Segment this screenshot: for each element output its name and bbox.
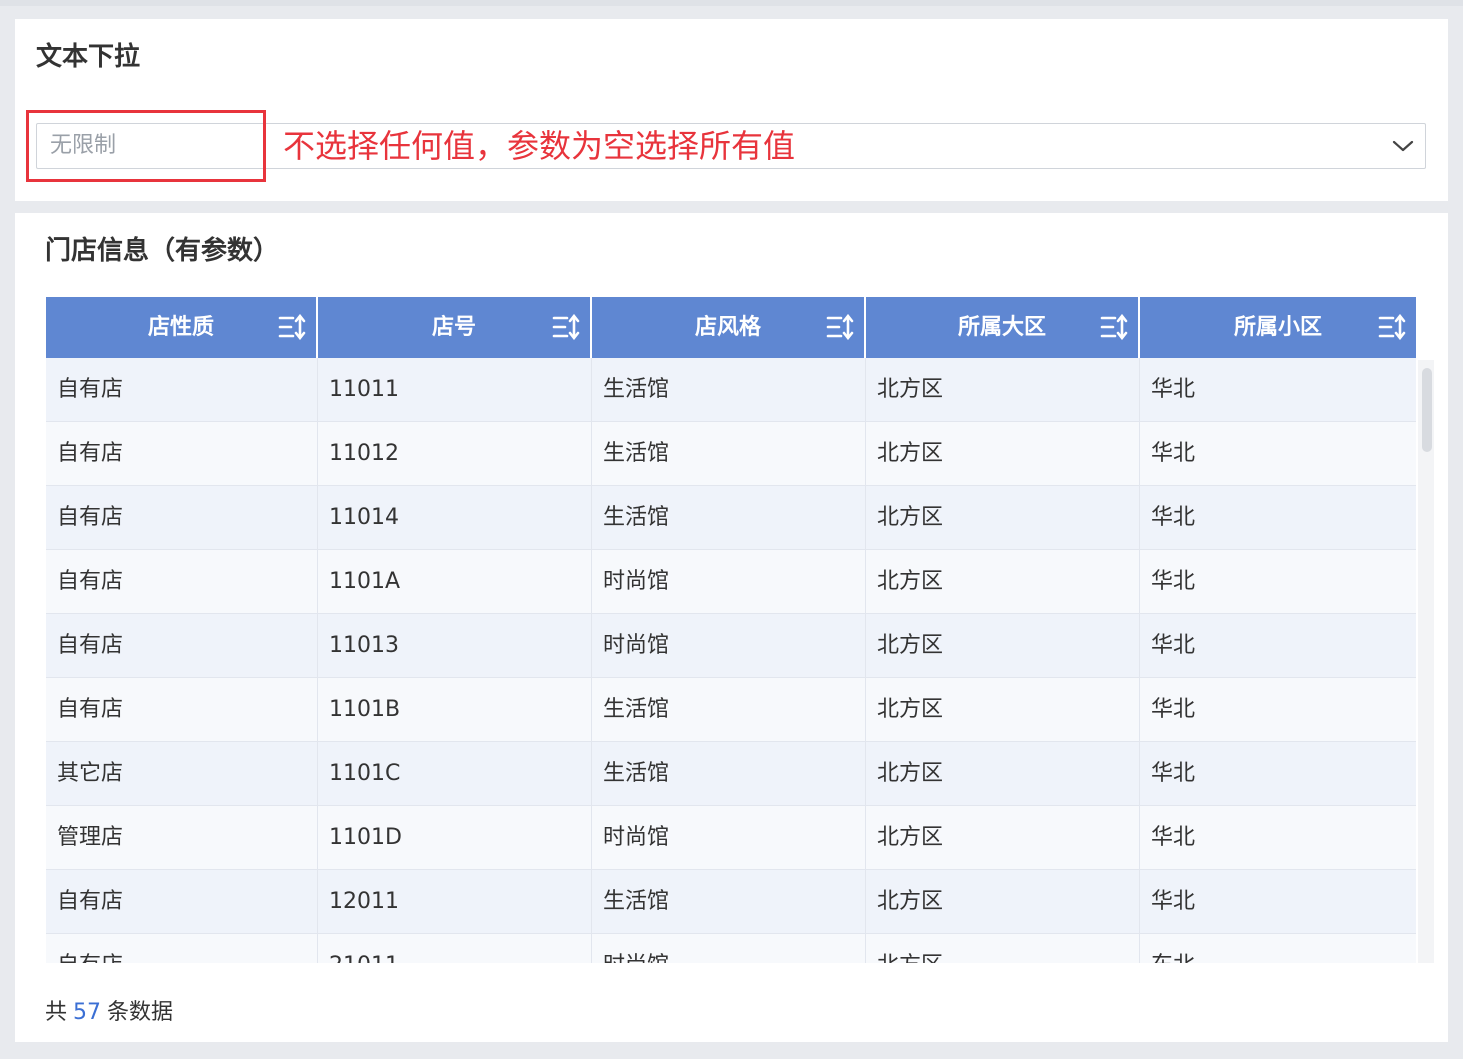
- table-cell: 东北: [1140, 934, 1416, 963]
- table-cell: 时尚馆: [592, 934, 866, 963]
- table-row[interactable]: 自有店 12011 生活馆 北方区 华北: [46, 870, 1416, 934]
- table-cell: 11012: [318, 422, 592, 485]
- table-cell: 华北: [1151, 825, 1196, 850]
- column-header-subregion[interactable]: 所属小区: [1140, 297, 1416, 358]
- table-cell: 生活馆: [592, 422, 866, 485]
- table-cell: 21011: [318, 934, 592, 963]
- sort-icon[interactable]: [552, 314, 580, 340]
- filter-panel: 文本下拉 无限制 不选择任何值，参数为空选择所有值: [15, 19, 1448, 201]
- table-cell: 华北: [1151, 505, 1196, 530]
- table-cell: 北方区: [866, 422, 1140, 485]
- record-count-prefix: 共: [45, 1000, 68, 1025]
- table-cell: 华北: [1151, 441, 1196, 466]
- table-cell: 自有店: [46, 422, 318, 485]
- table-cell: 1101D: [318, 806, 592, 869]
- table-cell: 12011: [318, 870, 592, 933]
- table-cell: 11011: [318, 358, 592, 421]
- table-cell: 自有店: [46, 934, 318, 963]
- table-body: 自有店 11011 生活馆 北方区 华北 自有店 11012 生活馆 北方区 华…: [46, 358, 1416, 963]
- column-header-label: 店性质: [147, 315, 214, 340]
- column-header-nature[interactable]: 店性质: [46, 297, 318, 358]
- table-cell: 时尚馆: [592, 614, 866, 677]
- column-header-store-no[interactable]: 店号: [318, 297, 592, 358]
- table-cell: 生活馆: [592, 678, 866, 741]
- chevron-down-icon[interactable]: [1391, 134, 1415, 158]
- table-row[interactable]: 自有店 11012 生活馆 北方区 华北: [46, 422, 1416, 486]
- table-cell: 自有店: [46, 358, 318, 421]
- table-row[interactable]: 自有店 11011 生活馆 北方区 华北: [46, 358, 1416, 422]
- table-scrollbar[interactable]: [1418, 360, 1434, 963]
- table-cell: 华北: [1151, 633, 1196, 658]
- table-cell: 1101A: [318, 550, 592, 613]
- column-header-label: 店风格: [694, 315, 761, 340]
- record-count: 共 57 条数据: [45, 997, 173, 1029]
- table-row[interactable]: 自有店 11014 生活馆 北方区 华北: [46, 486, 1416, 550]
- table-cell: 时尚馆: [592, 806, 866, 869]
- table-cell: 1101C: [318, 742, 592, 805]
- table-cell: 生活馆: [592, 742, 866, 805]
- annotation-text: 不选择任何值，参数为空选择所有值: [283, 127, 796, 165]
- table-cell: 北方区: [866, 550, 1140, 613]
- filter-title: 文本下拉: [36, 42, 141, 72]
- table-cell: 北方区: [866, 934, 1140, 963]
- table-cell: 自有店: [46, 614, 318, 677]
- table-row[interactable]: 自有店 1101A 时尚馆 北方区 华北: [46, 550, 1416, 614]
- sort-icon[interactable]: [826, 314, 854, 340]
- table-header: 店性质 店号 店风格 所属大区 所属小区: [46, 297, 1416, 358]
- table-cell: 自有店: [46, 678, 318, 741]
- table-cell: 管理店: [46, 806, 318, 869]
- table-cell: 华北: [1151, 377, 1196, 402]
- table-cell: 1101B: [318, 678, 592, 741]
- sort-icon[interactable]: [1100, 314, 1128, 340]
- table-row[interactable]: 其它店 1101C 生活馆 北方区 华北: [46, 742, 1416, 806]
- column-header-label: 店号: [431, 315, 476, 340]
- table-cell: 其它店: [46, 742, 318, 805]
- table-cell: 生活馆: [592, 358, 866, 421]
- table-cell: 时尚馆: [592, 550, 866, 613]
- annotation-highlight-box: [26, 110, 266, 182]
- table-row[interactable]: 自有店 21011 时尚馆 北方区 东北: [46, 934, 1416, 963]
- table-cell: 北方区: [866, 614, 1140, 677]
- table-cell: 北方区: [866, 806, 1140, 869]
- table-cell: 华北: [1151, 761, 1196, 786]
- table-cell: 11013: [318, 614, 592, 677]
- scrollbar-thumb[interactable]: [1422, 368, 1432, 452]
- table-cell: 北方区: [866, 870, 1140, 933]
- top-divider: [0, 0, 1463, 6]
- data-table: 店性质 店号 店风格 所属大区 所属小区 自有店 11011 生活馆 北方区 华…: [46, 297, 1416, 963]
- sort-icon[interactable]: [278, 314, 306, 340]
- column-header-region[interactable]: 所属大区: [866, 297, 1140, 358]
- table-cell: 华北: [1151, 889, 1196, 914]
- table-row[interactable]: 自有店 11013 时尚馆 北方区 华北: [46, 614, 1416, 678]
- record-count-value: 57: [73, 1000, 102, 1025]
- table-cell: 华北: [1151, 697, 1196, 722]
- record-count-suffix: 条数据: [107, 1000, 174, 1025]
- sort-icon[interactable]: [1378, 314, 1406, 340]
- table-cell: 生活馆: [592, 870, 866, 933]
- table-cell: 自有店: [46, 486, 318, 549]
- table-cell: 自有店: [46, 550, 318, 613]
- table-cell: 北方区: [866, 358, 1140, 421]
- table-cell: 北方区: [866, 486, 1140, 549]
- column-header-label: 所属大区: [957, 315, 1046, 340]
- table-cell: 北方区: [866, 742, 1140, 805]
- column-header-style[interactable]: 店风格: [592, 297, 866, 358]
- table-cell: 华北: [1151, 569, 1196, 594]
- table-panel: 门店信息（有参数） 店性质 店号 店风格 所属大区 所属小区 自有店 11011…: [15, 213, 1448, 1042]
- table-cell: 生活馆: [592, 486, 866, 549]
- column-header-label: 所属小区: [1233, 315, 1322, 340]
- table-cell: 自有店: [46, 870, 318, 933]
- table-cell: 北方区: [866, 678, 1140, 741]
- table-row[interactable]: 管理店 1101D 时尚馆 北方区 华北: [46, 806, 1416, 870]
- table-row[interactable]: 自有店 1101B 生活馆 北方区 华北: [46, 678, 1416, 742]
- table-cell: 11014: [318, 486, 592, 549]
- table-title: 门店信息（有参数）: [45, 236, 280, 266]
